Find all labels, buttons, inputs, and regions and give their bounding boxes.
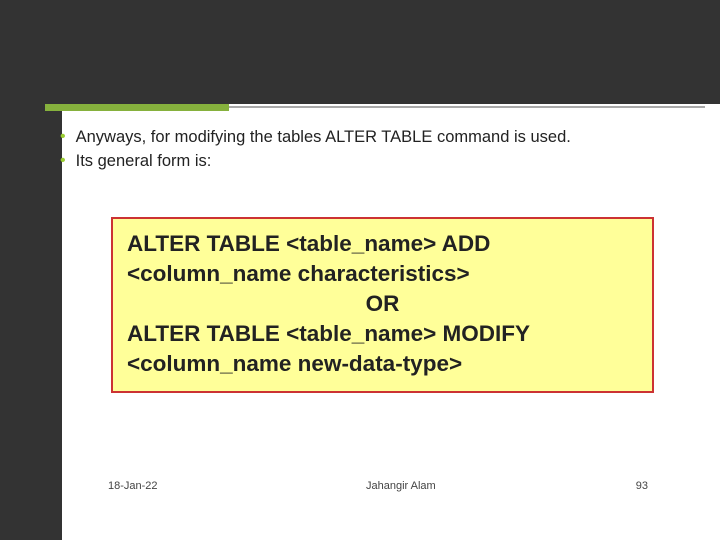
code-box: ALTER TABLE <table_name> ADD <column_nam…	[111, 217, 654, 393]
content-area: • Anyways, for modifying the tables ALTE…	[60, 126, 695, 174]
slide: • Anyways, for modifying the tables ALTE…	[0, 0, 720, 540]
bullet-text: Anyways, for modifying the tables ALTER …	[76, 126, 684, 148]
bullet-icon: •	[60, 150, 66, 172]
code-line: ALTER TABLE <table_name> ADD <column_nam…	[127, 229, 638, 289]
footer: 18-Jan-22 Jahangir Alam 93	[0, 488, 720, 540]
footer-inner: 18-Jan-22 Jahangir Alam 93	[108, 480, 678, 492]
bullet-text: Its general form is:	[76, 150, 212, 172]
code-line: ALTER TABLE <table_name> MODIFY <column_…	[127, 319, 638, 379]
footer-page: 93	[636, 480, 648, 492]
footer-date: 18-Jan-22	[108, 480, 158, 492]
topbar	[0, 0, 720, 104]
code-or: OR	[127, 289, 638, 319]
accent-line	[45, 104, 229, 111]
bullet-item: • Anyways, for modifying the tables ALTE…	[60, 126, 695, 148]
footer-author: Jahangir Alam	[366, 480, 436, 492]
divider-line	[229, 106, 705, 108]
bullet-icon: •	[60, 126, 66, 148]
bullet-item: • Its general form is:	[60, 150, 695, 172]
sidebar	[0, 0, 62, 540]
